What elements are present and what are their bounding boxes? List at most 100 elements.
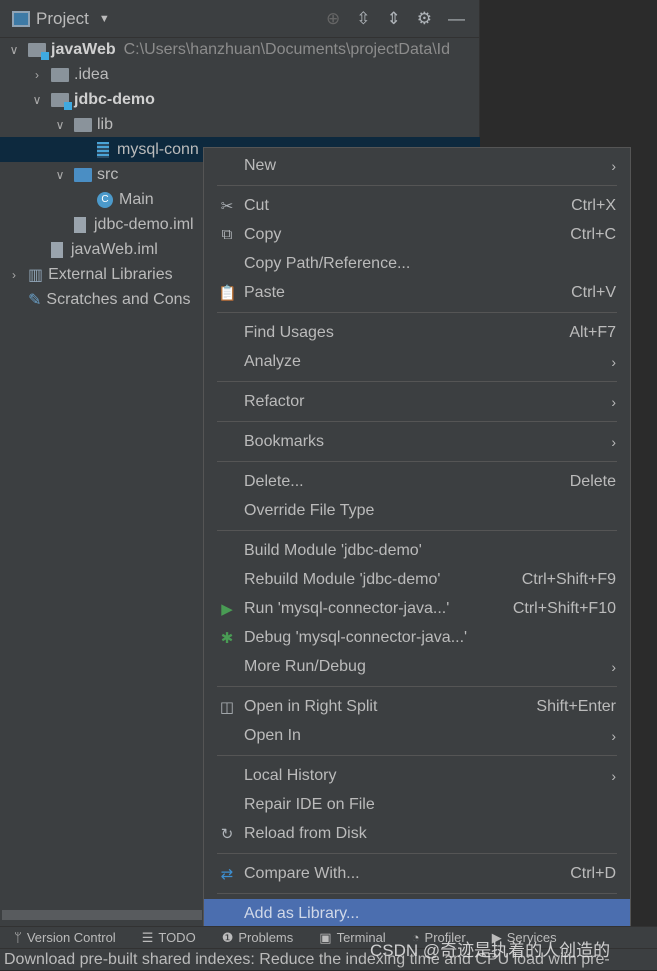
folder-icon bbox=[51, 67, 69, 82]
menu-item-label: Copy Path/Reference... bbox=[244, 254, 411, 272]
menu-item-label: Bookmarks bbox=[244, 432, 325, 450]
class-icon: C bbox=[97, 191, 113, 208]
gear-icon[interactable]: ⚙ bbox=[417, 9, 432, 29]
expand-all-icon[interactable]: ⇳ bbox=[356, 9, 370, 29]
menu-item-delete[interactable]: Delete... Delete bbox=[204, 467, 630, 496]
menu-item-label: Reload from Disk bbox=[244, 824, 367, 842]
tree-item-label: lib bbox=[97, 115, 114, 133]
paste-icon: 📋 bbox=[218, 284, 237, 302]
menu-item-build-module-jdbc-demo[interactable]: Build Module 'jdbc-demo' bbox=[204, 536, 630, 565]
tree-item[interactable]: ∨ jdbc-demo bbox=[29, 87, 155, 112]
tree-item[interactable]: ✎ Scratches and Cons bbox=[6, 287, 190, 312]
project-icon bbox=[12, 10, 30, 27]
compare-icon: ⇄ bbox=[220, 865, 234, 883]
menu-item-local-history[interactable]: Local History › bbox=[204, 761, 630, 790]
tree-item-label: jdbc-demo bbox=[74, 90, 155, 108]
menu-item-debug-mysql-connector-java[interactable]: ✱ Debug 'mysql-connector-java...' bbox=[204, 623, 630, 652]
menu-separator bbox=[204, 681, 630, 692]
tree-item[interactable]: › .idea bbox=[29, 62, 109, 87]
menu-item-find-usages[interactable]: Find Usages Alt+F7 bbox=[204, 318, 630, 347]
menu-item-open-in-right-split[interactable]: ◫ Open in Right Split Shift+Enter bbox=[204, 692, 630, 721]
menu-item-paste[interactable]: 📋 Paste Ctrl+V bbox=[204, 278, 630, 307]
tree-item-label: .idea bbox=[74, 65, 109, 83]
menu-item-shortcut: Delete bbox=[569, 472, 616, 490]
menu-item-run-mysql-connector-java[interactable]: ▶ Run 'mysql-connector-java...' Ctrl+Shift… bbox=[204, 594, 630, 623]
menu-item-repair-ide-on-file[interactable]: Repair IDE on File bbox=[204, 790, 630, 819]
tree-item-label: mysql-conn bbox=[117, 140, 199, 158]
menu-item-label: Build Module 'jdbc-demo' bbox=[244, 541, 422, 559]
chevron-right-icon: › bbox=[611, 727, 616, 744]
tree-item[interactable]: ∨ javaWeb C:\Users\hanzhuan\Documents\proj… bbox=[6, 37, 450, 62]
collapse-all-icon[interactable]: ⇕ bbox=[387, 9, 401, 29]
menu-separator bbox=[204, 416, 630, 427]
menu-item-copy-path-reference[interactable]: Copy Path/Reference... bbox=[204, 249, 630, 278]
chevron-down-icon[interactable]: ∨ bbox=[52, 118, 68, 132]
tree-item-path: C:\Users\hanzhuan\Documents\projectData\… bbox=[123, 40, 451, 58]
chevron-down-icon[interactable]: ∨ bbox=[29, 93, 45, 107]
menu-item-label: Compare With... bbox=[244, 864, 360, 882]
chevron-right-icon: › bbox=[611, 353, 616, 370]
menu-item-bookmarks[interactable]: Bookmarks › bbox=[204, 427, 630, 456]
menu-separator bbox=[204, 180, 630, 191]
menu-item-shortcut: Shift+Enter bbox=[536, 697, 616, 715]
problems-icon: ❶ bbox=[221, 929, 234, 945]
tree-item-label: jdbc-demo.iml bbox=[94, 215, 194, 233]
tree-item[interactable]: C Main bbox=[75, 187, 154, 212]
menu-item-label: Copy bbox=[244, 225, 282, 243]
tree-item[interactable]: ∨ lib bbox=[52, 112, 113, 137]
menu-item-label: Find Usages bbox=[244, 323, 334, 341]
menu-separator bbox=[204, 848, 630, 859]
chevron-down-icon[interactable]: ∨ bbox=[52, 168, 68, 182]
menu-item-label: Repair IDE on File bbox=[244, 795, 375, 813]
tool-window-label: Version Control bbox=[26, 930, 116, 945]
menu-item-open-in[interactable]: Open In › bbox=[204, 721, 630, 750]
menu-item-label: Open in Right Split bbox=[244, 697, 378, 715]
tool-window-todo[interactable]: ☰ TODO bbox=[142, 930, 196, 946]
panel-title[interactable]: Project bbox=[36, 9, 89, 29]
menu-item-shortcut: Ctrl+V bbox=[571, 283, 616, 301]
tree-item-label: Scratches and Cons bbox=[46, 290, 191, 308]
scissors-icon: ✂ bbox=[220, 197, 234, 215]
menu-item-label: Delete... bbox=[244, 472, 304, 490]
chevron-right-icon: › bbox=[611, 393, 616, 410]
menu-item-add-as-library[interactable]: Add as Library... bbox=[204, 899, 630, 928]
tool-window-problems[interactable]: ❶ Problems bbox=[222, 930, 294, 946]
horizontal-scrollbar[interactable] bbox=[2, 910, 202, 920]
menu-item-label: More Run/Debug bbox=[244, 657, 366, 675]
menu-item-analyze[interactable]: Analyze › bbox=[204, 347, 630, 376]
tree-item[interactable]: javaWeb.iml bbox=[29, 237, 158, 262]
file-icon bbox=[51, 241, 63, 258]
menu-item-copy[interactable]: ⧉ Copy Ctrl+C bbox=[204, 220, 630, 249]
menu-item-rebuild-module-jdbc-demo[interactable]: Rebuild Module 'jdbc-demo' Ctrl+Shift+F9 bbox=[204, 565, 630, 594]
chevron-right-icon: › bbox=[611, 433, 616, 450]
tool-window-label: Problems bbox=[238, 929, 294, 945]
chevron-down-icon[interactable]: ▼ bbox=[99, 13, 110, 25]
split-icon: ◫ bbox=[219, 698, 235, 716]
menu-item-label: Override File Type bbox=[244, 501, 375, 519]
menu-item-label: Analyze bbox=[244, 352, 301, 370]
tree-item[interactable]: jdbc-demo.iml bbox=[52, 212, 194, 237]
minimize-icon[interactable]: — bbox=[448, 9, 465, 29]
locate-icon[interactable]: ⊕ bbox=[326, 9, 340, 29]
tree-item-label: External Libraries bbox=[48, 265, 173, 283]
watermark: CSDN @奇迹是执着的人创造的 bbox=[370, 941, 611, 960]
tree-item[interactable]: › ▥ External Libraries bbox=[6, 262, 173, 287]
menu-item-override-file-type[interactable]: Override File Type bbox=[204, 496, 630, 525]
menu-separator bbox=[204, 750, 630, 761]
menu-item-new[interactable]: New › bbox=[204, 151, 630, 180]
menu-item-refactor[interactable]: Refactor › bbox=[204, 387, 630, 416]
menu-item-more-run-debug[interactable]: More Run/Debug › bbox=[204, 652, 630, 681]
tree-item[interactable]: mysql-conn bbox=[75, 137, 199, 162]
tree-item[interactable]: ∨ src bbox=[52, 162, 119, 187]
chevron-right-icon[interactable]: › bbox=[29, 68, 45, 82]
tool-window-version-control[interactable]: ᛘ Version Control bbox=[14, 930, 116, 945]
tree-item-label: Main bbox=[119, 190, 154, 208]
chevron-right-icon[interactable]: › bbox=[6, 268, 22, 282]
list-icon: ☰ bbox=[141, 929, 154, 945]
chevron-down-icon[interactable]: ∨ bbox=[6, 43, 22, 57]
menu-item-reload-from-disk[interactable]: ↻ Reload from Disk bbox=[204, 819, 630, 848]
menu-item-compare-with[interactable]: ⇄ Compare With... Ctrl+D bbox=[204, 859, 630, 888]
menu-item-cut[interactable]: ✂ Cut Ctrl+X bbox=[204, 191, 630, 220]
menu-item-label: Run 'mysql-connector-java...' bbox=[244, 599, 450, 617]
menu-item-shortcut: Ctrl+Shift+F10 bbox=[512, 599, 616, 617]
